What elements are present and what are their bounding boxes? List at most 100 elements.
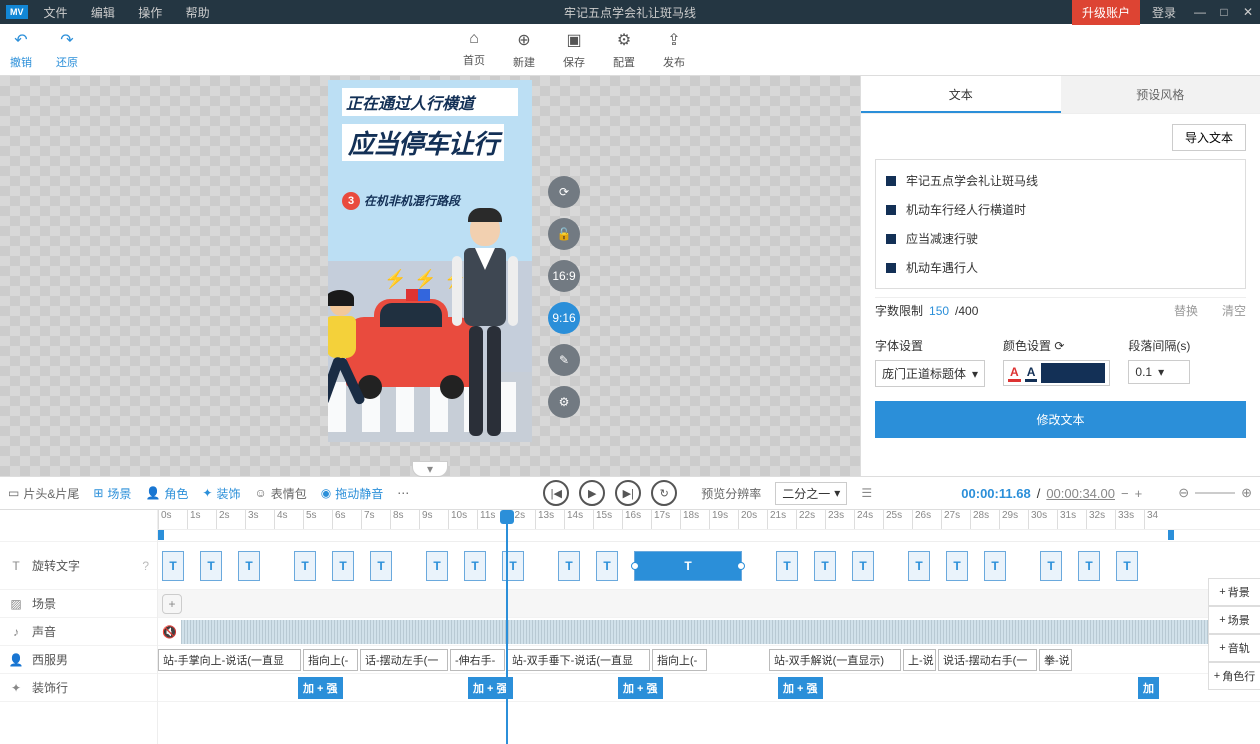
track-label-decor[interactable]: ✦装饰行 [0,674,157,702]
menu-file[interactable]: 文件 [34,6,78,20]
text-clip[interactable]: T [814,551,836,581]
refresh-icon[interactable]: ⟳ [1054,339,1064,353]
panel-expand-handle[interactable]: ▾ [412,461,448,477]
time-ruler[interactable]: 0s1s2s3s4s5s6s7s8s9s10s11s12s13s14s15s16… [158,510,1260,530]
text-clip[interactable]: T [1116,551,1138,581]
color-swatch[interactable] [1041,363,1105,383]
zoom-in-button[interactable]: ⊕ [1241,485,1252,501]
audio-track[interactable]: 🔇 [158,618,1260,646]
play-button[interactable]: ▶ [579,480,605,506]
text-clip[interactable]: T [294,551,316,581]
decor-clip[interactable]: 加 + 强 [778,677,823,699]
head-tail-button[interactable]: ▭ 片头&片尾 [8,485,79,502]
list-item[interactable]: 机动车行经人行横道时 [882,195,1239,224]
text-clip[interactable]: T [1078,551,1100,581]
home-button[interactable]: ⌂首页 [463,30,485,70]
role-button[interactable]: 👤 角色 [145,485,188,502]
aspect-9-16[interactable]: 9:16 [548,302,580,334]
redo-button[interactable]: ↷还原 [56,30,78,70]
action-clip[interactable]: 说话-摆动右手(一 [938,649,1037,671]
edit-tool[interactable]: ✎ [548,344,580,376]
text-clip[interactable]: T [558,551,580,581]
modify-text-button[interactable]: 修改文本 [875,401,1246,438]
track-label-audio[interactable]: ♪声音 [0,618,157,646]
text-track[interactable]: TTTTTTTTTTTTTTTTTTTTT [158,542,1260,590]
text-color-b-icon[interactable]: A [1025,365,1038,382]
menu-action[interactable]: 操作 [128,6,172,20]
text-clip[interactable]: T [908,551,930,581]
time-minus[interactable]: − [1121,486,1129,501]
import-text-button[interactable]: 导入文本 [1172,124,1246,151]
preview-resolution-select[interactable]: 二分之一▾ [775,482,847,505]
action-clip[interactable]: 上-说 [903,649,936,671]
audio-waveform[interactable] [181,620,1260,644]
zoom-slider[interactable] [1195,492,1235,494]
more-button[interactable]: ⋯ [397,486,409,500]
add-scene-item[interactable]: + [162,594,182,614]
list-item[interactable]: 机动车遇行人 [882,253,1239,282]
track-label-man[interactable]: 👤西服男 [0,646,157,674]
text-clip[interactable]: T [370,551,392,581]
list-item[interactable]: 牢记五点学会礼让斑马线 [882,166,1239,195]
font-select[interactable]: 庞门正道标题体▾ [875,360,985,387]
canvas-area[interactable]: ⚡⚡⚡ 正在通过人行横道 应当停车让行 3 在机非机混行路段 ⟳ 🔓 16:9 [0,76,860,476]
menu-help[interactable]: 帮助 [176,6,220,20]
mute-icon[interactable]: 🔇 [162,625,177,639]
replace-button[interactable]: 替换 [1174,302,1198,319]
decor-clip[interactable]: 加 + 强 [298,677,343,699]
text-clip[interactable]: T [200,551,222,581]
prev-button[interactable]: |◀ [543,480,569,506]
refresh-tool[interactable]: ⟳ [548,176,580,208]
color-picker[interactable]: A A [1003,360,1110,386]
action-clip[interactable]: 指向上(- [652,649,707,671]
text-list[interactable]: 牢记五点学会礼让斑马线 机动车行经人行横道时 应当减速行驶 机动车遇行人 [875,159,1246,289]
text-clip[interactable]: T [776,551,798,581]
decor-clip[interactable]: 加 [1138,677,1159,699]
config-button[interactable]: ⚙配置 [613,30,635,70]
add-role-button[interactable]: + 角色行 [1208,662,1260,690]
next-button[interactable]: ▶| [615,480,641,506]
gap-select[interactable]: 0.1▾ [1128,360,1190,384]
text-clip[interactable]: T [946,551,968,581]
emoji-button[interactable]: ☺ 表情包 [254,485,306,502]
text-clip[interactable]: T [464,551,486,581]
save-button[interactable]: ▣保存 [563,30,585,70]
action-clip[interactable]: -伸右手- [450,649,505,671]
tab-style[interactable]: 预设风格 [1061,76,1260,113]
action-clip[interactable]: 站-手掌向上-说话(一直显 [158,649,301,671]
text-clip[interactable]: T [162,551,184,581]
drag-mute-toggle[interactable]: ◉ 拖动静音 [321,485,384,502]
loop-button[interactable]: ↻ [651,480,677,506]
total-time[interactable]: 00:00:34.00 [1046,486,1115,501]
publish-button[interactable]: ⇪发布 [663,30,685,70]
help-icon[interactable]: ? [142,559,149,573]
track-label-text[interactable]: T旋转文字? [0,542,157,590]
action-clip[interactable]: 站-双手垂下-说话(一直显 [507,649,650,671]
action-clip[interactable]: 话-摆动左手(一 [360,649,448,671]
text-clip[interactable]: T [984,551,1006,581]
add-scene-button[interactable]: + 场景 [1208,606,1260,634]
text-clip[interactable]: T [634,551,742,581]
minimize-button[interactable]: — [1188,5,1212,19]
text-clip[interactable]: T [426,551,448,581]
decor-button[interactable]: ✦ 装饰 [202,485,240,502]
add-audio-button[interactable]: + 音轨 [1208,634,1260,662]
login-button[interactable]: 登录 [1140,4,1188,21]
action-clip[interactable]: 站-双手解说(一直显示) [769,649,901,671]
decor-track[interactable]: 加 + 强加 + 强加 + 强加 + 强加 [158,674,1260,702]
upgrade-button[interactable]: 升级账户 [1072,0,1140,25]
text-clip[interactable]: T [852,551,874,581]
lock-tool[interactable]: 🔓 [548,218,580,250]
text-clip[interactable]: T [1040,551,1062,581]
maximize-button[interactable]: □ [1212,5,1236,19]
undo-button[interactable]: ↶撤销 [10,30,32,70]
aspect-16-9[interactable]: 16:9 [548,260,580,292]
text-clip[interactable]: T [596,551,618,581]
clear-button[interactable]: 清空 [1222,302,1246,319]
action-clip[interactable]: 指向上(- [303,649,358,671]
add-bg-button[interactable]: + 背景 [1208,578,1260,606]
timeline-tracks[interactable]: 0s1s2s3s4s5s6s7s8s9s10s11s12s13s14s15s16… [158,510,1260,744]
close-button[interactable]: ✕ [1236,5,1260,19]
zoom-out-button[interactable]: ⊖ [1178,485,1189,501]
track-label-scene[interactable]: ▨场景 [0,590,157,618]
